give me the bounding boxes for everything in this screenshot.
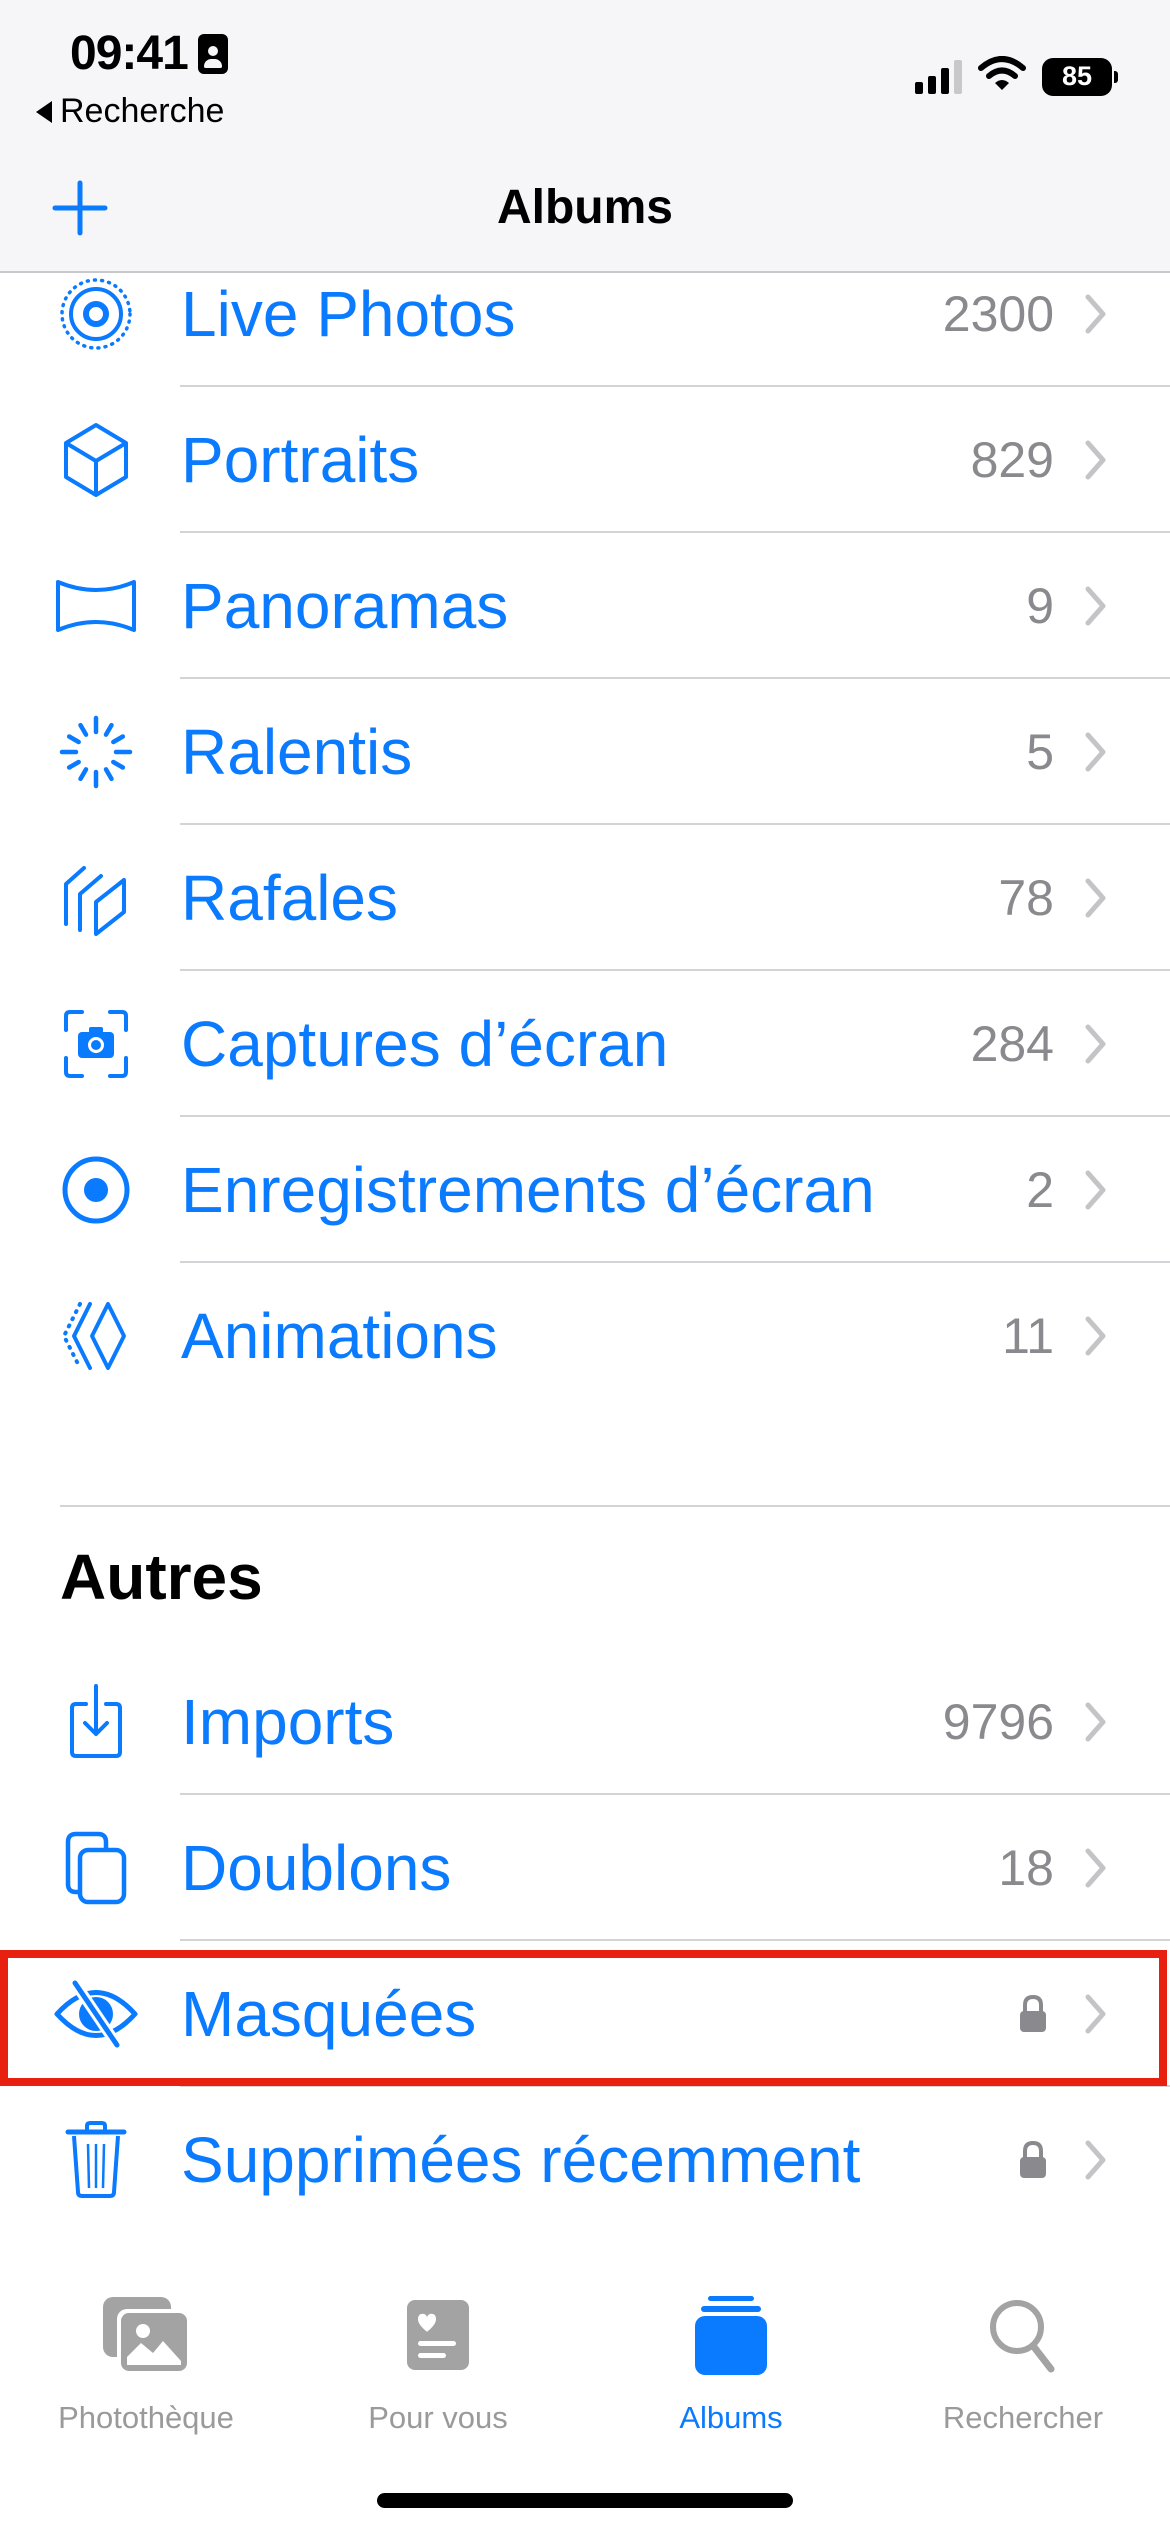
album-row-screen-recordings[interactable]: Enregistrements d’écran 2 <box>0 1117 1170 1263</box>
album-count: 9796 <box>942 1694 1054 1750</box>
album-row-panoramas[interactable]: Panoramas 9 <box>0 533 1170 679</box>
album-row-hidden[interactable]: Masquées <box>0 1941 1170 2087</box>
chevron-right-icon <box>1084 1847 1108 1889</box>
photo-library-icon <box>96 2290 196 2380</box>
album-label: Panoramas <box>181 570 509 642</box>
album-label: Masquées <box>181 1978 477 2050</box>
album-label: Doublons <box>181 1832 452 1904</box>
contact-card-icon <box>197 33 228 74</box>
home-indicator[interactable] <box>377 2493 793 2508</box>
tab-library[interactable]: Photothèque <box>0 2290 292 2436</box>
section-divider <box>60 1505 1170 1507</box>
back-label: Recherche <box>60 92 225 130</box>
chevron-right-icon <box>1084 439 1108 481</box>
tab-albums[interactable]: Albums <box>585 2290 877 2436</box>
status-time: 09:41 <box>70 26 228 81</box>
albums-icon <box>681 2290 781 2380</box>
duplicate-icon <box>46 1818 146 1918</box>
for-you-icon <box>388 2290 488 2380</box>
battery-level: 85 <box>1042 57 1112 96</box>
album-row-portraits[interactable]: Portraits 829 <box>0 387 1170 533</box>
album-count: 2 <box>1026 1162 1054 1218</box>
chevron-right-icon <box>1084 585 1108 627</box>
import-icon <box>46 1672 146 1772</box>
lock-icon <box>1018 2140 1048 2180</box>
album-row-screenshots[interactable]: Captures d’écran 284 <box>0 971 1170 1117</box>
album-row-animations[interactable]: Animations 11 <box>0 1263 1170 1409</box>
album-label: Enregistrements d’écran <box>181 1154 875 1226</box>
album-row-slowmo[interactable]: Ralentis 5 <box>0 679 1170 825</box>
album-count: 5 <box>1026 724 1054 780</box>
trash-icon <box>46 2110 146 2210</box>
album-label: Rafales <box>181 862 398 934</box>
album-row-burst[interactable]: Rafales 78 <box>0 825 1170 971</box>
slowmo-icon <box>46 702 146 802</box>
tab-bar: Photothèque Pour vous Albums Rechercher <box>0 2260 1170 2532</box>
album-label: Imports <box>181 1686 395 1758</box>
lock-icon <box>1018 1994 1048 2034</box>
eye-slash-icon <box>46 1964 146 2064</box>
album-count: 2300 <box>942 286 1054 342</box>
album-row-recently-deleted[interactable]: Supprimées récemment <box>0 2087 1170 2233</box>
battery-icon: 85 <box>1042 57 1118 96</box>
album-row-duplicates[interactable]: Doublons 18 <box>0 1795 1170 1941</box>
chevron-right-icon <box>1084 1023 1108 1065</box>
album-count: 829 <box>970 432 1054 488</box>
chevron-right-icon <box>1084 1701 1108 1743</box>
animation-icon <box>46 1286 146 1386</box>
tab-label: Rechercher <box>942 2400 1104 2435</box>
screen-record-icon <box>46 1140 146 1240</box>
section-title-others: Autres <box>60 1541 263 1613</box>
chevron-right-icon <box>1084 2139 1108 2181</box>
chevron-right-icon <box>1084 731 1108 773</box>
album-count: 18 <box>998 1840 1054 1896</box>
album-count: 11 <box>1002 1308 1054 1364</box>
burst-icon <box>46 848 146 948</box>
chevron-right-icon <box>1084 877 1108 919</box>
album-row-imports[interactable]: Imports 9796 <box>0 1649 1170 1795</box>
wifi-icon <box>978 56 1026 97</box>
navigation-header: 09:41 Recherche 85 Albums <box>0 0 1170 273</box>
album-count: 284 <box>970 1016 1054 1072</box>
album-label: Portraits <box>181 424 420 496</box>
cellular-signal-icon <box>915 59 962 94</box>
live-photo-icon <box>46 264 146 364</box>
album-label: Ralentis <box>181 716 413 788</box>
back-arrow-icon <box>36 100 52 123</box>
tab-label: Photothèque <box>58 2400 234 2435</box>
clock-text: 09:41 <box>70 27 189 80</box>
album-label: Captures d’écran <box>181 1008 669 1080</box>
album-label: Animations <box>181 1300 498 1372</box>
status-indicators: 85 <box>915 56 1118 97</box>
album-count: 9 <box>1026 578 1054 634</box>
tab-search[interactable]: Rechercher <box>877 2290 1169 2436</box>
cube-icon <box>46 410 146 510</box>
page-title: Albums <box>496 181 673 234</box>
album-label: Live Photos <box>181 278 516 350</box>
screenshot-icon <box>46 994 146 1094</box>
chevron-right-icon <box>1084 293 1108 335</box>
chevron-right-icon <box>1084 1993 1108 2035</box>
search-icon <box>973 2290 1073 2380</box>
chevron-right-icon <box>1084 1315 1108 1357</box>
album-count: 78 <box>998 870 1054 926</box>
tab-label: Pour vous <box>368 2400 508 2435</box>
album-label: Supprimées récemment <box>181 2124 861 2196</box>
tab-for-you[interactable]: Pour vous <box>292 2290 584 2436</box>
back-to-app-link[interactable]: Recherche <box>36 92 224 131</box>
chevron-right-icon <box>1084 1169 1108 1211</box>
tab-label: Albums <box>679 2400 783 2435</box>
panorama-icon <box>46 556 146 656</box>
